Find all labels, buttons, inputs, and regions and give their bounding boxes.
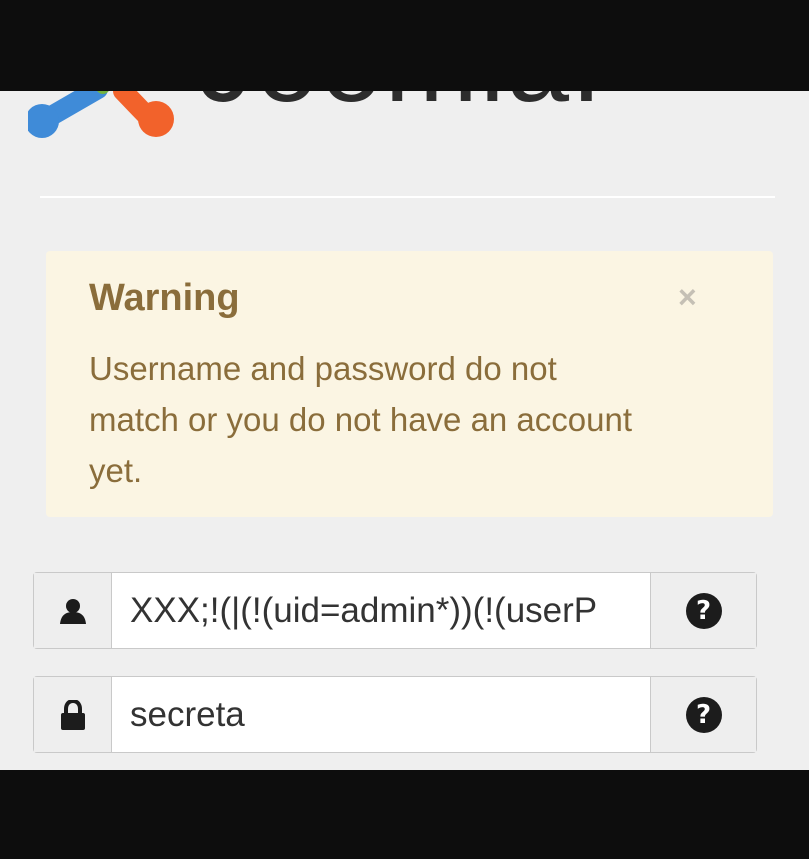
joomla-logo: Joomla!	[28, 91, 788, 139]
login-page: Joomla! Warning × Username and password …	[0, 91, 809, 770]
user-icon	[59, 598, 86, 624]
password-addon	[34, 677, 112, 752]
warning-alert: Warning × Username and password do not m…	[46, 251, 773, 517]
alert-message: Username and password do not match or yo…	[89, 350, 633, 489]
lock-icon	[60, 699, 85, 730]
alert-heading: Warning	[89, 277, 240, 319]
username-help-button[interactable]: ?	[650, 573, 756, 648]
divider	[40, 196, 775, 198]
username-input[interactable]	[112, 573, 650, 648]
question-icon[interactable]: ?	[685, 696, 722, 733]
letterbox-top	[0, 0, 809, 91]
close-icon[interactable]: ×	[678, 281, 697, 313]
password-input-group: ?	[33, 676, 757, 753]
joomla-wordmark: Joomla!	[198, 91, 604, 119]
username-addon	[34, 573, 112, 648]
joomla-logo-mark	[28, 91, 174, 138]
password-input[interactable]	[112, 677, 650, 752]
username-input-group: ?	[33, 572, 757, 649]
question-icon[interactable]: ?	[685, 592, 722, 629]
password-help-button[interactable]: ?	[650, 677, 756, 752]
letterbox-bottom	[0, 770, 809, 859]
